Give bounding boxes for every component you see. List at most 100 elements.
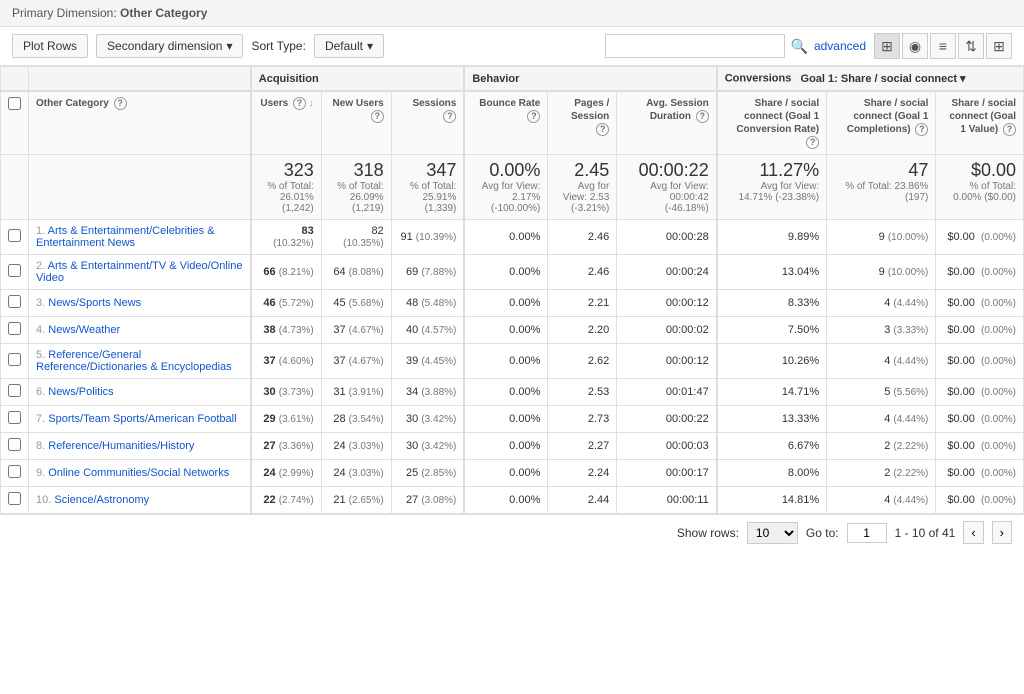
row-conv-rate: 9.89% bbox=[717, 220, 827, 255]
value-col-header[interactable]: Share / social connect (Goal 1 Value) ? bbox=[936, 91, 1024, 155]
new-users-col-header[interactable]: New Users ? bbox=[321, 91, 391, 155]
other-category-col-header: Other Category ? bbox=[29, 91, 251, 155]
row-checkbox-cell[interactable] bbox=[1, 255, 29, 290]
sort-type-dropdown[interactable]: Default ▾ bbox=[314, 34, 384, 58]
bounce-rate-col-header[interactable]: Bounce Rate ? bbox=[464, 91, 548, 155]
help-icon[interactable]: ? bbox=[806, 136, 819, 149]
row-value: $0.00 (0.00%) bbox=[936, 290, 1024, 317]
go-to-label: Go to: bbox=[806, 526, 839, 540]
behavior-header: Behavior bbox=[464, 67, 716, 92]
row-checkbox[interactable] bbox=[8, 384, 21, 397]
row-checkbox-cell[interactable] bbox=[1, 433, 29, 460]
row-checkbox[interactable] bbox=[8, 411, 21, 424]
avg-session-col-header[interactable]: Avg. Session Duration ? bbox=[617, 91, 717, 155]
row-checkbox-cell[interactable] bbox=[1, 379, 29, 406]
row-pages-session: 2.44 bbox=[548, 487, 617, 514]
row-pages-session: 2.20 bbox=[548, 317, 617, 344]
category-link[interactable]: Reference/General Reference/Dictionaries… bbox=[36, 349, 232, 373]
help-icon[interactable]: ? bbox=[293, 97, 306, 110]
totals-avg-duration: 00:00:22 Avg for View: 00:00:42 (-46.18%… bbox=[617, 155, 717, 220]
totals-pages-session: 2.45 Avg for View: 2.53 (-3.21%) bbox=[548, 155, 617, 220]
row-bounce-rate: 0.00% bbox=[464, 406, 548, 433]
category-link[interactable]: Arts & Entertainment/Celebrities & Enter… bbox=[36, 225, 215, 249]
help-icon[interactable]: ? bbox=[596, 123, 609, 136]
totals-label-cell bbox=[29, 155, 251, 220]
row-sessions: 69 (7.88%) bbox=[391, 255, 464, 290]
secondary-dimension-dropdown[interactable]: Secondary dimension ▾ bbox=[96, 34, 243, 58]
row-conv-rate: 10.26% bbox=[717, 344, 827, 379]
row-avg-duration: 00:00:03 bbox=[617, 433, 717, 460]
conv-rate-col-header[interactable]: Share / social connect (Goal 1 Conversio… bbox=[717, 91, 827, 155]
row-checkbox-cell[interactable] bbox=[1, 317, 29, 344]
table-row: 4. News/Weather 38 (4.73%) 37 (4.67%) 40… bbox=[1, 317, 1024, 344]
category-link[interactable]: News/Weather bbox=[48, 324, 120, 336]
bar-view-icon[interactable]: ≡ bbox=[930, 33, 956, 59]
row-number: 2. bbox=[36, 260, 45, 272]
chevron-down-icon: ▾ bbox=[960, 72, 966, 85]
row-checkbox[interactable] bbox=[8, 465, 21, 478]
row-users: 22 (2.74%) bbox=[251, 487, 321, 514]
select-all-checkbox[interactable] bbox=[8, 97, 21, 110]
row-category-cell: 2. Arts & Entertainment/TV & Video/Onlin… bbox=[29, 255, 251, 290]
row-completions: 4 (4.44%) bbox=[827, 344, 936, 379]
row-checkbox[interactable] bbox=[8, 438, 21, 451]
row-checkbox-cell[interactable] bbox=[1, 344, 29, 379]
row-checkbox[interactable] bbox=[8, 264, 21, 277]
row-avg-duration: 00:00:22 bbox=[617, 406, 717, 433]
row-sessions: 30 (3.42%) bbox=[391, 433, 464, 460]
completions-col-header[interactable]: Share / social connect (Goal 1 Completio… bbox=[827, 91, 936, 155]
totals-row: 323 % of Total: 26.01% (1,242) 318 % of … bbox=[1, 155, 1024, 220]
help-icon[interactable]: ? bbox=[371, 110, 384, 123]
row-number: 4. bbox=[36, 324, 45, 336]
row-checkbox-cell[interactable] bbox=[1, 460, 29, 487]
grid-view-icon[interactable]: ⊞ bbox=[874, 33, 900, 59]
goal-dropdown[interactable]: Goal 1: Share / social connect ▾ bbox=[801, 72, 966, 85]
row-checkbox[interactable] bbox=[8, 322, 21, 335]
users-col-header[interactable]: Users ? ↓ bbox=[251, 91, 321, 155]
row-checkbox-cell[interactable] bbox=[1, 487, 29, 514]
row-checkbox-cell[interactable] bbox=[1, 220, 29, 255]
table-row: 9. Online Communities/Social Networks 24… bbox=[1, 460, 1024, 487]
category-link[interactable]: Science/Astronomy bbox=[54, 494, 149, 506]
search-input[interactable] bbox=[605, 34, 785, 58]
plot-rows-button[interactable]: Plot Rows bbox=[12, 34, 88, 58]
row-checkbox-cell[interactable] bbox=[1, 406, 29, 433]
help-icon[interactable]: ? bbox=[527, 110, 540, 123]
advanced-link[interactable]: advanced bbox=[814, 39, 866, 53]
category-link[interactable]: News/Politics bbox=[48, 386, 113, 398]
help-icon[interactable]: ? bbox=[696, 110, 709, 123]
prev-page-button[interactable]: ‹ bbox=[963, 521, 983, 544]
row-checkbox-cell[interactable] bbox=[1, 290, 29, 317]
row-checkbox[interactable] bbox=[8, 295, 21, 308]
row-category-cell: 8. Reference/Humanities/History bbox=[29, 433, 251, 460]
row-completions: 2 (2.22%) bbox=[827, 460, 936, 487]
row-value: $0.00 (0.00%) bbox=[936, 220, 1024, 255]
row-value: $0.00 (0.00%) bbox=[936, 460, 1024, 487]
rows-select[interactable]: 10 25 50 100 bbox=[747, 522, 798, 544]
row-checkbox[interactable] bbox=[8, 353, 21, 366]
row-checkbox[interactable] bbox=[8, 492, 21, 505]
category-link[interactable]: Online Communities/Social Networks bbox=[48, 467, 229, 479]
checkbox-all[interactable] bbox=[1, 91, 29, 155]
sessions-col-header[interactable]: Sessions ? bbox=[391, 91, 464, 155]
pivot-view-icon[interactable]: ⊞ bbox=[986, 33, 1012, 59]
category-link[interactable]: News/Sports News bbox=[48, 297, 141, 309]
go-to-input[interactable] bbox=[847, 523, 887, 543]
category-link[interactable]: Arts & Entertainment/TV & Video/Online V… bbox=[36, 260, 242, 284]
compare-view-icon[interactable]: ⇅ bbox=[958, 33, 984, 59]
row-checkbox[interactable] bbox=[8, 229, 21, 242]
help-icon[interactable]: ? bbox=[1003, 123, 1016, 136]
next-page-button[interactable]: › bbox=[992, 521, 1012, 544]
category-link[interactable]: Reference/Humanities/History bbox=[48, 440, 194, 452]
help-icon[interactable]: ? bbox=[443, 110, 456, 123]
help-icon[interactable]: ? bbox=[114, 97, 127, 110]
search-icon[interactable]: 🔍 bbox=[791, 38, 808, 55]
totals-users: 323 % of Total: 26.01% (1,242) bbox=[251, 155, 321, 220]
row-avg-duration: 00:00:12 bbox=[617, 344, 717, 379]
row-number: 9. bbox=[36, 467, 45, 479]
pages-session-col-header[interactable]: Pages / Session ? bbox=[548, 91, 617, 155]
row-sessions: 39 (4.45%) bbox=[391, 344, 464, 379]
help-icon[interactable]: ? bbox=[915, 123, 928, 136]
category-link[interactable]: Sports/Team Sports/American Football bbox=[48, 413, 236, 425]
pie-view-icon[interactable]: ◉ bbox=[902, 33, 928, 59]
